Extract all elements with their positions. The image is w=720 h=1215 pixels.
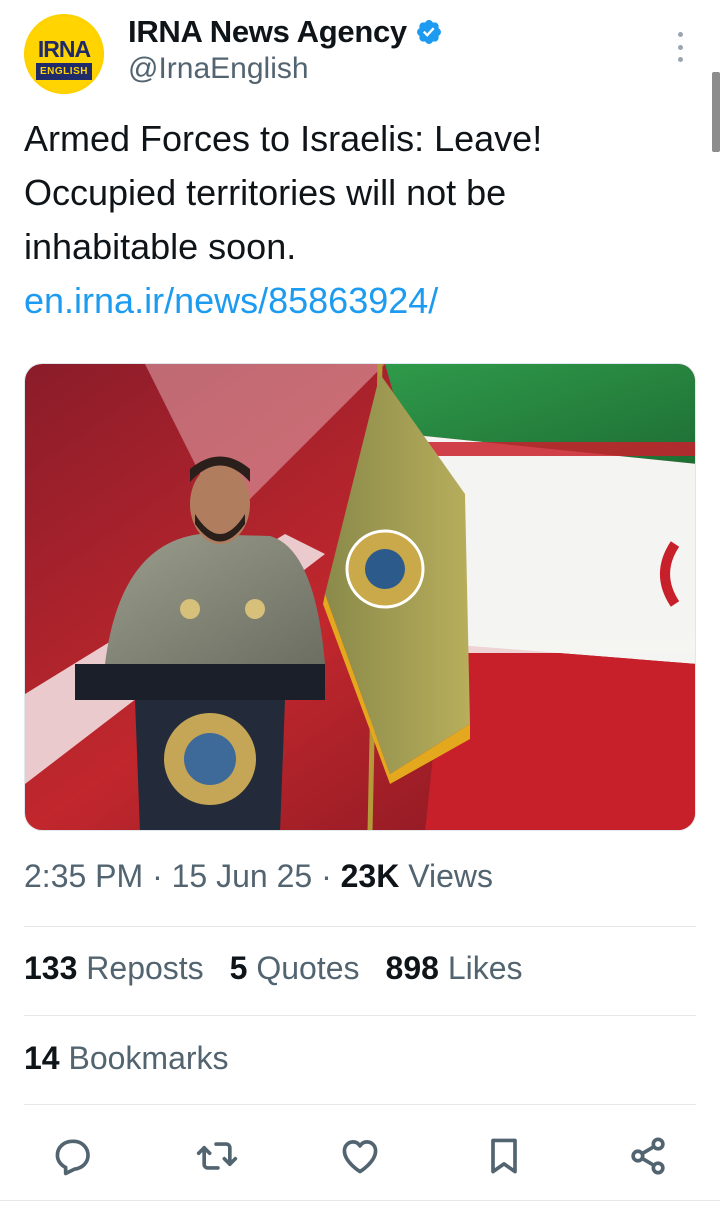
tweet-meta: 2:35 PM · 15 Jun 25 · 23K Views <box>24 858 493 895</box>
display-name[interactable]: IRNA News Agency <box>128 14 407 50</box>
bookmarks-stat[interactable]: 14 Bookmarks <box>24 1040 229 1077</box>
quotes-stat[interactable]: 5 Quotes <box>230 950 360 987</box>
name-row: IRNA News Agency <box>128 12 443 52</box>
meta-separator: · <box>321 858 341 894</box>
tweet-media-image[interactable] <box>24 363 696 831</box>
views-count: 23K <box>340 858 400 894</box>
bookmarks-label: Bookmarks <box>68 1040 229 1076</box>
tweet-link[interactable]: en.irna.ir/news/85863924/ <box>24 274 438 328</box>
divider <box>24 926 696 927</box>
bookmark-icon <box>491 1138 517 1174</box>
share-icon <box>631 1137 665 1175</box>
likes-stat[interactable]: 898 Likes <box>386 950 523 987</box>
divider <box>24 1104 696 1105</box>
more-options-icon[interactable] <box>670 32 690 62</box>
share-button[interactable] <box>620 1128 676 1184</box>
repost-icon <box>196 1142 238 1170</box>
bookmarks-count: 14 <box>24 1040 60 1076</box>
reposts-label: Reposts <box>86 950 204 986</box>
bookmark-button[interactable] <box>476 1128 532 1184</box>
verified-badge-icon <box>416 20 441 44</box>
likes-label: Likes <box>447 950 523 986</box>
divider <box>24 1015 696 1016</box>
more-dot <box>677 57 683 62</box>
tweet-time[interactable]: 2:35 PM <box>24 858 143 894</box>
repost-button[interactable] <box>189 1128 245 1184</box>
action-bar <box>24 1128 696 1184</box>
tweet-date[interactable]: 15 Jun 25 <box>172 858 313 894</box>
like-button[interactable] <box>332 1128 388 1184</box>
quotes-count: 5 <box>229 950 248 986</box>
bottom-divider <box>0 1200 720 1201</box>
reply-icon <box>55 1139 90 1176</box>
likes-count: 898 <box>385 950 439 986</box>
avatar-logo-text: IRNA <box>37 36 91 62</box>
tweet-text-line: inhabitable soon. <box>24 226 297 267</box>
avatar-logo-subtext: ENGLISH <box>36 63 92 80</box>
meta-separator: · <box>152 858 172 894</box>
views-label: Views <box>408 858 493 894</box>
more-dot <box>677 32 683 37</box>
scrollbar[interactable] <box>712 72 720 152</box>
more-dot <box>677 44 683 50</box>
tweet-text: Armed Forces to Israelis: Leave! Occupie… <box>24 112 696 274</box>
reposts-stat[interactable]: 133 Reposts <box>24 950 204 987</box>
tweet-header: IRNA ENGLISH IRNA News Agency @IrnaEngli… <box>24 12 696 102</box>
media-illustration <box>25 364 695 830</box>
avatar[interactable]: IRNA ENGLISH <box>24 14 104 94</box>
quotes-label: Quotes <box>256 950 360 986</box>
tweet-text-line: Occupied territories will not be <box>24 172 507 213</box>
like-icon <box>342 1140 378 1174</box>
tweet-text-line: Armed Forces to Israelis: Leave! <box>24 118 543 159</box>
reply-button[interactable] <box>45 1128 101 1184</box>
engagement-stats: 133 Reposts 5 Quotes 898 Likes <box>24 950 549 987</box>
reposts-count: 133 <box>24 950 78 986</box>
user-handle[interactable]: @IrnaEnglish <box>128 52 309 86</box>
